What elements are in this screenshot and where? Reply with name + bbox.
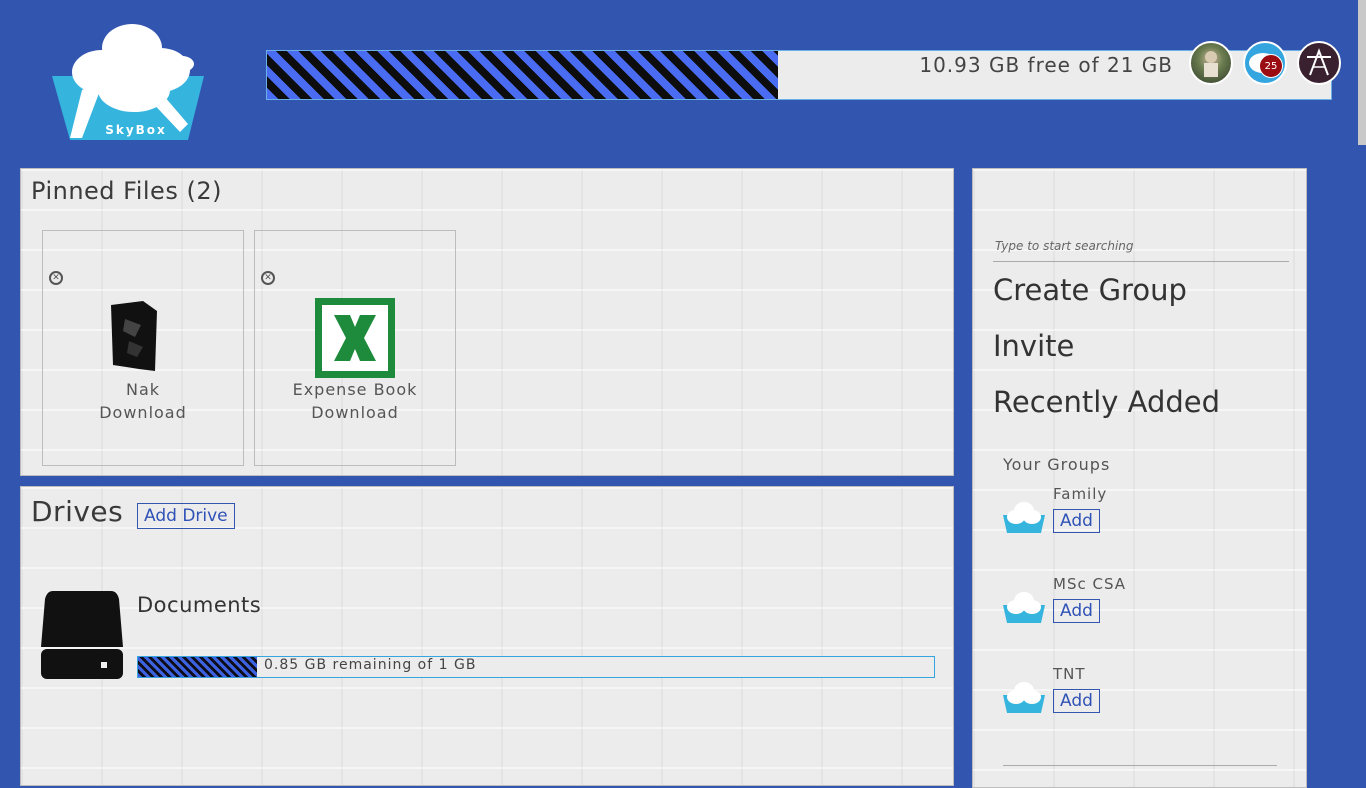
scrollbar-thumb[interactable] [1358, 0, 1366, 145]
drive-usage-bar: 0.85 GB remaining of 1 GB [137, 656, 935, 678]
pinned-files-panel: Pinned Files (2) ✕ Nak Download ✕ Expens… [20, 168, 954, 476]
group-add-button[interactable]: Add [1053, 509, 1100, 533]
drive-name[interactable]: Documents [137, 593, 261, 617]
settings-icon[interactable] [1297, 41, 1341, 85]
group-logo-icon [1003, 682, 1045, 713]
group-name[interactable]: Family [1053, 485, 1107, 503]
pinned-file-name: Nak [125, 380, 161, 399]
group-add-button[interactable]: Add [1053, 599, 1100, 623]
drives-panel: Drives Add Drive Documents 0.85 GB remai… [20, 486, 954, 786]
add-drive-button[interactable]: Add Drive [137, 503, 235, 529]
divider [1003, 765, 1277, 766]
storage-usage-bar: 10.93 GB free of 21 GB [266, 50, 1332, 100]
hard-drive-icon [41, 591, 123, 679]
pinned-file-card[interactable]: ✕ Nak Download [42, 230, 244, 466]
notification-badge: 25 [1259, 54, 1283, 78]
user-avatar[interactable] [1189, 41, 1233, 85]
black-file-icon [111, 301, 157, 371]
group-logo-icon [1003, 502, 1045, 533]
storage-usage-fill [267, 51, 778, 99]
excel-icon [315, 298, 395, 378]
your-groups-title: Your Groups [1003, 455, 1111, 474]
invite-link[interactable]: Invite [993, 329, 1074, 363]
page-scrollbar[interactable] [1358, 0, 1366, 768]
group-name[interactable]: MSc CSA [1053, 575, 1126, 593]
notification-icon[interactable]: 25 [1243, 41, 1287, 85]
pinned-files-title: Pinned Files (2) [31, 177, 222, 205]
storage-usage-text: 10.93 GB free of 21 GB [919, 53, 1173, 77]
brand-name: SkyBox [105, 123, 167, 137]
pinned-file-name: Expense Book [292, 380, 418, 399]
group-item: MSc CSA Add [1003, 575, 1283, 645]
recently-added-link[interactable]: Recently Added [993, 385, 1220, 419]
skybox-logo[interactable]: SkyBox [52, 20, 208, 144]
drive-usage-fill [138, 657, 258, 677]
unpin-icon[interactable]: ✕ [261, 271, 275, 285]
sidebar-panel: Create Group Invite Recently Added Your … [972, 168, 1307, 788]
group-item: TNT Add [1003, 665, 1283, 735]
group-logo-icon [1003, 592, 1045, 623]
search-input[interactable] [993, 231, 1289, 262]
download-link[interactable]: Download [43, 403, 243, 422]
group-add-button[interactable]: Add [1053, 689, 1100, 713]
pinned-file-card[interactable]: ✕ Expense Book Download [254, 230, 456, 466]
group-item: Family Add [1003, 485, 1283, 555]
drives-title: Drives [31, 495, 124, 528]
drive-usage-text: 0.85 GB remaining of 1 GB [264, 657, 477, 673]
download-link[interactable]: Download [255, 403, 455, 422]
unpin-icon[interactable]: ✕ [49, 271, 63, 285]
group-name[interactable]: TNT [1053, 665, 1086, 683]
create-group-link[interactable]: Create Group [993, 273, 1187, 307]
